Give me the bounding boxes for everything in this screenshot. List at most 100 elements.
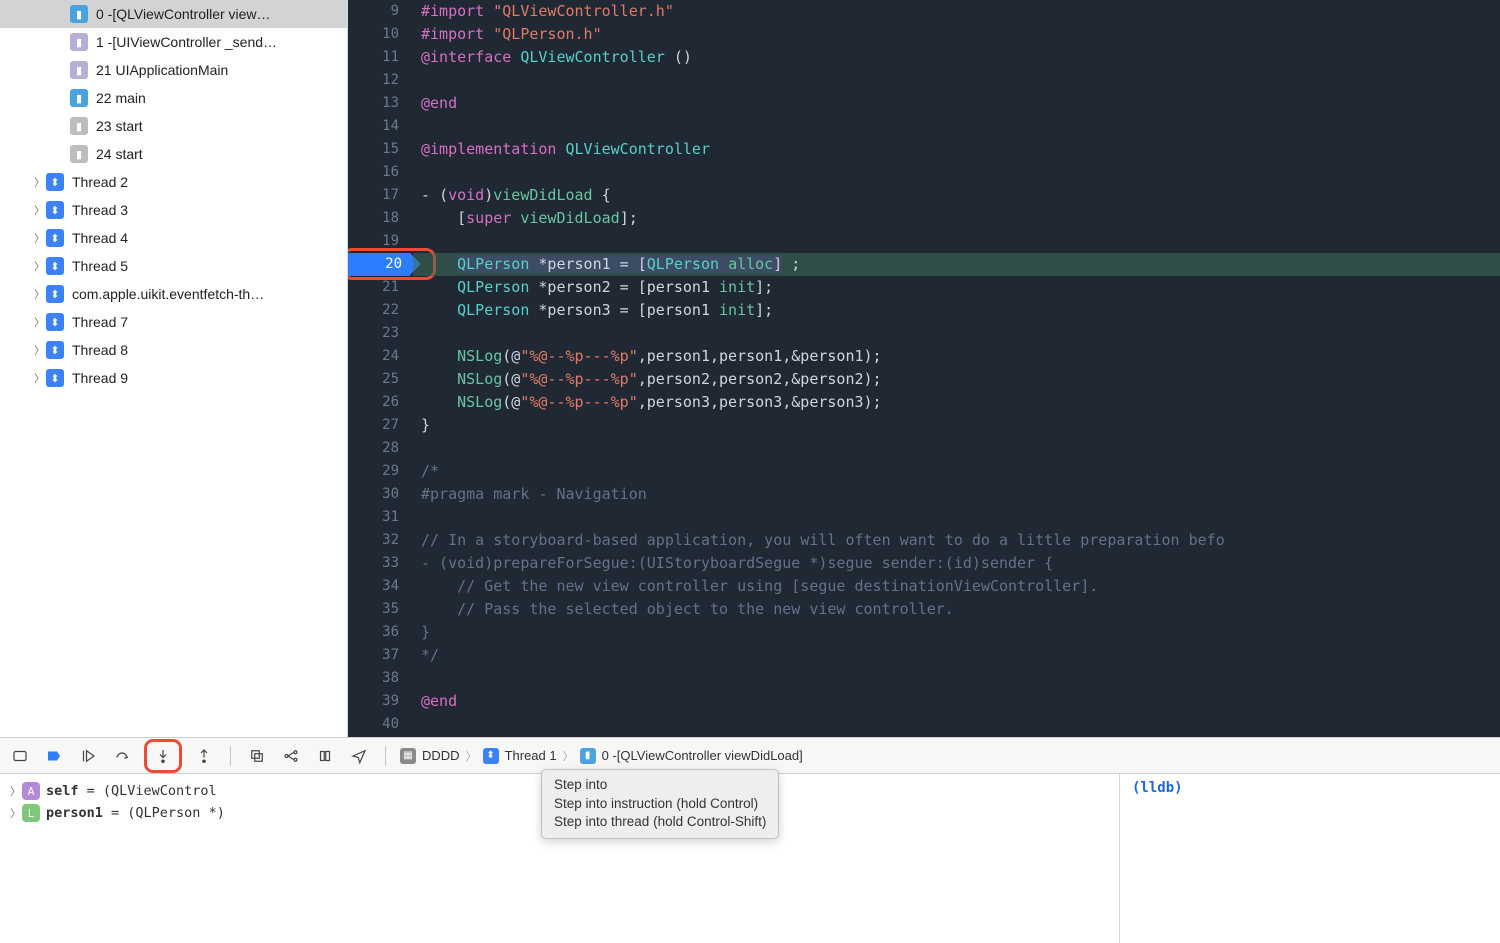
- stack-frame[interactable]: ▮1 -[UIViewController _send…: [0, 28, 347, 56]
- code-line[interactable]: NSLog(@"%@--%p---%p",person3,person3,&pe…: [413, 391, 1500, 414]
- chevron-right-icon[interactable]: 〉: [34, 258, 46, 274]
- chevron-right-icon[interactable]: 〉: [10, 783, 22, 799]
- line-number[interactable]: 19: [348, 230, 413, 253]
- line-number[interactable]: 25: [348, 368, 413, 391]
- code-line[interactable]: QLPerson *person1 = [QLPerson alloc] ;: [413, 253, 1500, 276]
- code-line[interactable]: QLPerson *person3 = [person1 init];: [413, 299, 1500, 322]
- line-number[interactable]: 14: [348, 115, 413, 138]
- line-number[interactable]: 24: [348, 345, 413, 368]
- line-number[interactable]: 17: [348, 184, 413, 207]
- thread-item[interactable]: 〉⬍Thread 3: [0, 196, 347, 224]
- line-number[interactable]: 21: [348, 276, 413, 299]
- breakpoint-toggle-button[interactable]: [42, 744, 66, 768]
- line-number[interactable]: 32: [348, 529, 413, 552]
- console-view[interactable]: (lldb): [1120, 774, 1500, 943]
- thread-item[interactable]: 〉⬍com.apple.uikit.eventfetch-th…: [0, 280, 347, 308]
- line-number[interactable]: 30: [348, 483, 413, 506]
- line-number[interactable]: 38: [348, 667, 413, 690]
- code-line[interactable]: @interface QLViewController (): [413, 46, 1500, 69]
- override-environment-button[interactable]: [313, 744, 337, 768]
- line-number[interactable]: 26: [348, 391, 413, 414]
- thread-item[interactable]: 〉⬍Thread 7: [0, 308, 347, 336]
- code-line[interactable]: [413, 69, 1500, 92]
- thread-item[interactable]: 〉⬍Thread 8: [0, 336, 347, 364]
- code-line[interactable]: @end: [413, 690, 1500, 713]
- code-line[interactable]: [413, 322, 1500, 345]
- code-line[interactable]: [413, 713, 1500, 736]
- line-number[interactable]: 15: [348, 138, 413, 161]
- code-line[interactable]: - (void)prepareForSegue:(UIStoryboardSeg…: [413, 552, 1500, 575]
- code-line[interactable]: - (void)viewDidLoad {: [413, 184, 1500, 207]
- line-number[interactable]: 27: [348, 414, 413, 437]
- line-number[interactable]: 16: [348, 161, 413, 184]
- step-into-button[interactable]: [151, 744, 175, 768]
- code-line[interactable]: [413, 230, 1500, 253]
- stack-frame[interactable]: ▮22 main: [0, 84, 347, 112]
- chevron-right-icon[interactable]: 〉: [34, 286, 46, 302]
- thread-item[interactable]: 〉⬍Thread 9: [0, 364, 347, 392]
- code-line[interactable]: NSLog(@"%@--%p---%p",person2,person2,&pe…: [413, 368, 1500, 391]
- step-out-button[interactable]: [192, 744, 216, 768]
- code-line[interactable]: [413, 506, 1500, 529]
- chevron-right-icon[interactable]: 〉: [34, 314, 46, 330]
- code-line[interactable]: // Get the new view controller using [se…: [413, 575, 1500, 598]
- code-line[interactable]: [413, 115, 1500, 138]
- line-number[interactable]: 35: [348, 598, 413, 621]
- crumb-frame[interactable]: 0 -[QLViewController viewDidLoad]: [602, 748, 803, 763]
- thread-item[interactable]: 〉⬍Thread 4: [0, 224, 347, 252]
- stack-frame[interactable]: ▮0 -[QLViewController view…: [0, 0, 347, 28]
- debug-breadcrumb[interactable]: ▦ DDDD 〉 ⬍ Thread 1 〉 ▮ 0 -[QLViewContro…: [400, 748, 803, 764]
- code-line[interactable]: QLPerson *person2 = [person1 init];: [413, 276, 1500, 299]
- chevron-right-icon[interactable]: 〉: [34, 342, 46, 358]
- line-number[interactable]: 13: [348, 92, 413, 115]
- code-line[interactable]: @end: [413, 92, 1500, 115]
- code-line[interactable]: @implementation QLViewController: [413, 138, 1500, 161]
- stack-frame[interactable]: ▮24 start: [0, 140, 347, 168]
- step-over-button[interactable]: [110, 744, 134, 768]
- line-number[interactable]: 11: [348, 46, 413, 69]
- toggle-debug-area-button[interactable]: [8, 744, 32, 768]
- line-number[interactable]: 33: [348, 552, 413, 575]
- crumb-project[interactable]: DDDD: [422, 748, 460, 763]
- thread-item[interactable]: 〉⬍Thread 2: [0, 168, 347, 196]
- code-line[interactable]: */: [413, 644, 1500, 667]
- line-number[interactable]: 23: [348, 322, 413, 345]
- code-line[interactable]: /*: [413, 460, 1500, 483]
- line-gutter[interactable]: 91011121314151617181920 2122232425262728…: [348, 0, 413, 737]
- code-line[interactable]: [413, 437, 1500, 460]
- code-line[interactable]: [super viewDidLoad];: [413, 207, 1500, 230]
- chevron-right-icon[interactable]: 〉: [10, 805, 22, 821]
- code-line[interactable]: // Pass the selected object to the new v…: [413, 598, 1500, 621]
- code-line[interactable]: #import "QLViewController.h": [413, 0, 1500, 23]
- line-number[interactable]: 29: [348, 460, 413, 483]
- chevron-right-icon[interactable]: 〉: [34, 230, 46, 246]
- line-number[interactable]: 22: [348, 299, 413, 322]
- continue-button[interactable]: [76, 744, 100, 768]
- crumb-thread[interactable]: Thread 1: [505, 748, 557, 763]
- code-line[interactable]: NSLog(@"%@--%p---%p",person1,person1,&pe…: [413, 345, 1500, 368]
- debug-view-hierarchy-button[interactable]: [245, 744, 269, 768]
- code-line[interactable]: #import "QLPerson.h": [413, 23, 1500, 46]
- code-editor[interactable]: 91011121314151617181920 2122232425262728…: [348, 0, 1500, 737]
- line-number[interactable]: 36: [348, 621, 413, 644]
- line-number[interactable]: 37: [348, 644, 413, 667]
- breakpoint-marker[interactable]: 20: [348, 253, 410, 276]
- line-number[interactable]: 39: [348, 690, 413, 713]
- code-line[interactable]: #pragma mark - Navigation: [413, 483, 1500, 506]
- chevron-right-icon[interactable]: 〉: [34, 202, 46, 218]
- code-line[interactable]: }: [413, 414, 1500, 437]
- chevron-right-icon[interactable]: 〉: [34, 174, 46, 190]
- line-number[interactable]: 40: [348, 713, 413, 736]
- line-number[interactable]: 31: [348, 506, 413, 529]
- stack-frame[interactable]: ▮23 start: [0, 112, 347, 140]
- line-number[interactable]: 12: [348, 69, 413, 92]
- code-line[interactable]: [413, 667, 1500, 690]
- line-number[interactable]: 9: [348, 0, 413, 23]
- thread-item[interactable]: 〉⬍Thread 5: [0, 252, 347, 280]
- code-line[interactable]: }: [413, 621, 1500, 644]
- simulate-location-button[interactable]: [347, 744, 371, 768]
- line-number[interactable]: 18: [348, 207, 413, 230]
- chevron-right-icon[interactable]: 〉: [34, 370, 46, 386]
- stack-frame[interactable]: ▮21 UIApplicationMain: [0, 56, 347, 84]
- code-area[interactable]: #import "QLViewController.h"#import "QLP…: [413, 0, 1500, 737]
